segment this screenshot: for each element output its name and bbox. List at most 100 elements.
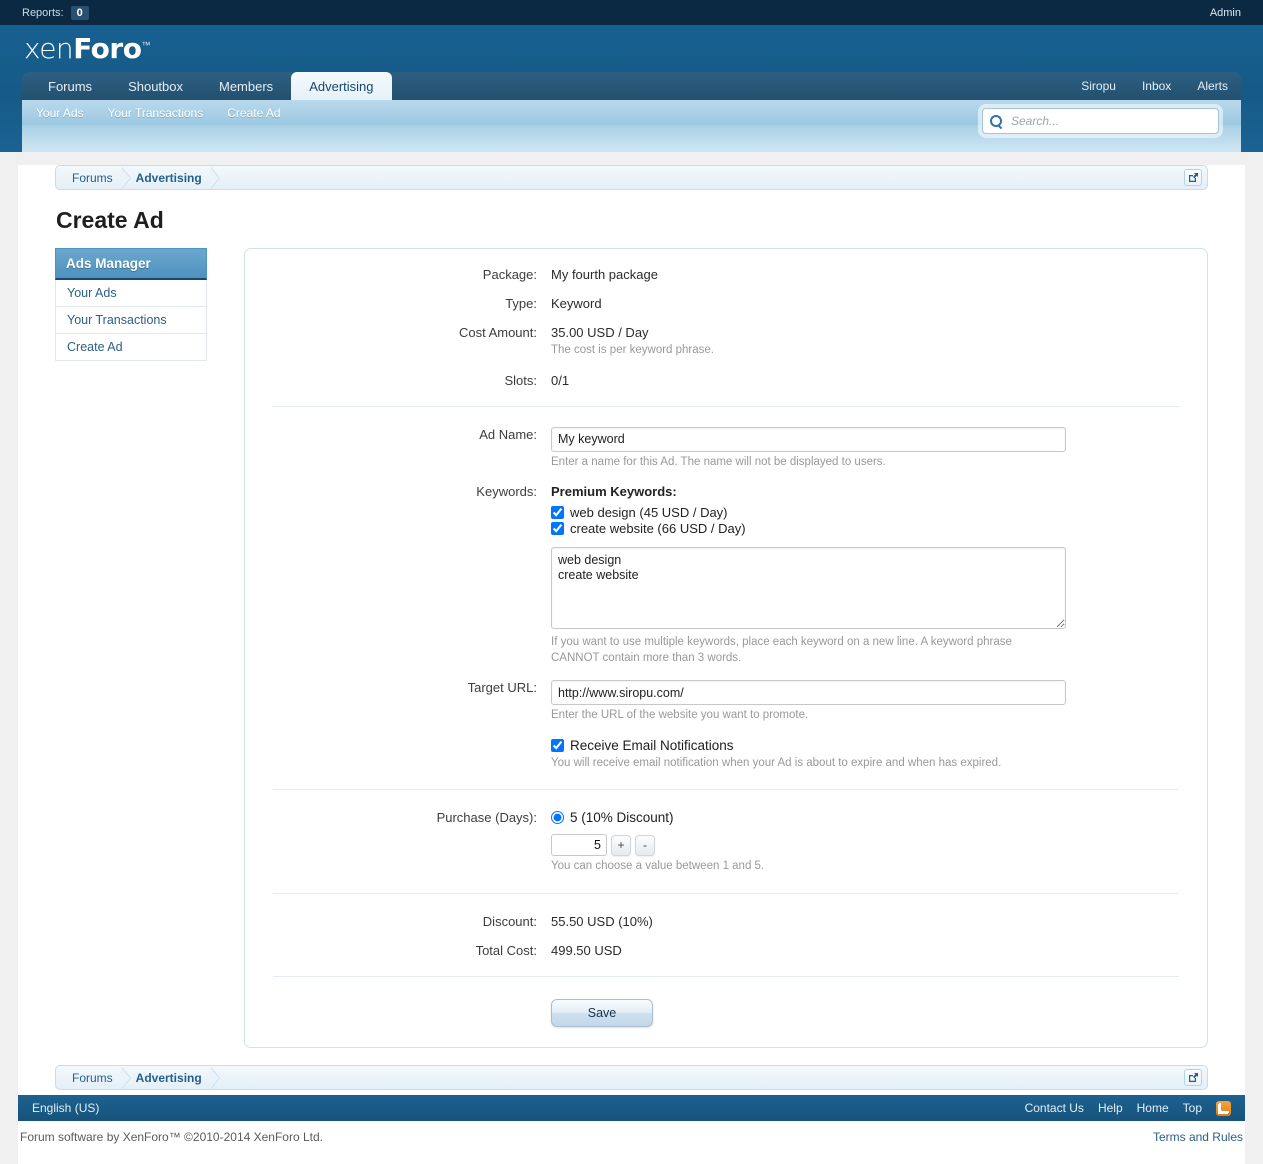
jump-to-link-button[interactable] [1184,169,1202,186]
email-notifications-checkbox[interactable] [551,738,564,752]
field-value-group: 5 (10% Discount) + - You can choose a va… [551,808,1179,875]
logo-row: xenForo™ [22,25,1241,72]
footer-link-top[interactable]: Top [1183,1101,1202,1115]
save-row: Save [245,998,1207,1027]
breadcrumb-label: Forums [72,170,113,185]
nav-tab-shoutbox[interactable]: Shoutbox [110,72,201,100]
jump-to-link-button[interactable] [1184,1069,1202,1086]
nav-tab-advertising[interactable]: Advertising [291,72,392,100]
terms-and-rules-link[interactable]: Terms and Rules [1153,1130,1243,1164]
field-label: Package: [482,267,537,282]
breadcrumb-item-forums[interactable]: Forums [56,166,131,189]
field-label: Purchase (Days): [436,810,537,826]
field-value-group: Receive Email Notifications You will rec… [551,736,1179,772]
admin-link[interactable]: Admin [1210,7,1241,19]
field-value: 0/1 [551,372,570,388]
breadcrumb: Forums Advertising [55,165,1208,190]
email-notifications-label: Receive Email Notifications [570,737,734,753]
sidebar: Ads Manager Your Ads Your Transactions C… [55,248,207,361]
nav-tab-siropu[interactable]: Siropu [1068,72,1129,100]
field-total-cost: Total Cost: 499.50 USD [245,941,1207,958]
language-chooser[interactable]: English (US) [32,1101,99,1115]
breadcrumb-item-advertising[interactable]: Advertising [122,1066,220,1089]
field-purchase-days: Purchase (Days): 5 (10% Discount) + - Yo… [245,808,1207,875]
nav-tab-members[interactable]: Members [201,72,291,100]
search-input[interactable] [1009,113,1211,129]
field-value: Keyword [551,296,602,311]
field-value-group: Premium Keywords: web design (45 USD / D… [551,482,1179,666]
search-box[interactable] [982,108,1219,134]
section-divider [273,789,1179,791]
field-email-notifications: Receive Email Notifications You will rec… [245,736,1207,772]
site-logo[interactable]: xenForo™ [24,32,150,65]
email-notifications-row[interactable]: Receive Email Notifications [551,738,1179,753]
footer-bar: English (US) Contact Us Help Home Top [18,1095,1245,1121]
footer-link-help[interactable]: Help [1098,1101,1123,1115]
premium-keyword-checkbox[interactable] [551,506,564,520]
purchase-days-stepper: + - [551,834,1179,857]
footer-link-home[interactable]: Home [1137,1101,1169,1115]
page-content: Forums Advertising Create Ad Ads Manager… [36,165,1227,1095]
copyright-bar: Forum software by XenForo™ ©2010-2014 Xe… [18,1121,1245,1164]
footer-link-contact-us[interactable]: Contact Us [1025,1101,1084,1115]
footer-links: Contact Us Help Home Top [1025,1100,1231,1116]
field-value-group: Enter a name for this Ad. The name will … [551,425,1179,471]
purchase-option-row[interactable]: 5 (10% Discount) [551,810,1179,825]
field-hint: If you want to use multiple keywords, pl… [551,636,1012,664]
premium-keyword-label: web design (45 USD / Day) [570,505,728,521]
field-hint: The cost is per keyword phrase. [551,344,714,356]
reports-count-badge: 0 [70,5,89,20]
field-label [273,736,551,772]
external-link-icon [1188,1073,1198,1082]
purchase-days-input[interactable] [551,834,607,857]
target-url-input[interactable] [551,680,1066,706]
rss-icon[interactable] [1216,1100,1231,1116]
subnav-item-your-transactions[interactable]: Your Transactions [108,106,204,120]
sidebar-item-your-ads[interactable]: Your Ads [55,280,207,307]
field-value: My fourth package [551,267,658,282]
field-value-group: Enter the URL of the website you want to… [551,678,1179,724]
field-hint: You can choose a value between 1 and 5. [551,860,765,873]
purchase-option-radio[interactable] [551,811,564,825]
nav-tab-alerts[interactable]: Alerts [1184,72,1241,100]
sidebar-heading: Ads Manager [55,248,207,280]
premium-keyword-checkbox[interactable] [551,522,564,536]
save-row-spacer [273,999,551,1027]
subnav-item-create-ad[interactable]: Create Ad [227,106,280,120]
stepper-decrement-button[interactable]: - [635,834,655,856]
logo-text-first: xen [24,32,74,65]
ad-name-input[interactable] [551,426,1066,452]
logo-text-second: Foro [73,32,142,65]
field-label: Discount: [482,913,537,929]
stepper-increment-button[interactable]: + [611,834,631,856]
field-label: Keywords: [476,484,537,500]
field-label: Total Cost: [475,942,537,958]
primary-nav: Forums Shoutbox Members Advertising Siro… [22,72,1241,100]
logo-trademark: ™ [141,40,150,51]
sidebar-item-your-transactions[interactable]: Your Transactions [55,307,207,334]
field-type: Type: Keyword [245,294,1207,311]
field-label: Target URL: [467,680,537,696]
section-divider [273,975,1179,977]
field-slots: Slots: 0/1 [245,371,1207,388]
field-cost-amount: Cost Amount: 35.00 USD / Day The cost is… [245,323,1207,359]
nav-tab-forums[interactable]: Forums [30,72,110,100]
subnav-item-your-ads[interactable]: Your Ads [36,106,84,120]
premium-keyword-item[interactable]: web design (45 USD / Day) [551,505,1179,520]
reports-label: Reports: [22,6,64,19]
sidebar-item-create-ad[interactable]: Create Ad [55,334,207,361]
nav-tab-inbox[interactable]: Inbox [1129,72,1184,100]
field-label: Cost Amount: [458,325,537,340]
field-label: Slots: [504,372,537,388]
breadcrumb-item-forums[interactable]: Forums [56,1066,131,1089]
field-value: 499.50 USD [551,942,622,958]
keywords-textarea[interactable]: web design create website [551,547,1066,630]
save-button[interactable]: Save [551,998,653,1027]
field-hint: You will receive email notification when… [551,756,1002,769]
section-divider [273,892,1179,894]
breadcrumb-label: Advertising [135,1070,202,1085]
premium-keyword-item[interactable]: create website (66 USD / Day) [551,521,1179,536]
breadcrumb-item-advertising[interactable]: Advertising [122,166,220,189]
field-ad-name: Ad Name: Enter a name for this Ad. The n… [245,425,1207,471]
